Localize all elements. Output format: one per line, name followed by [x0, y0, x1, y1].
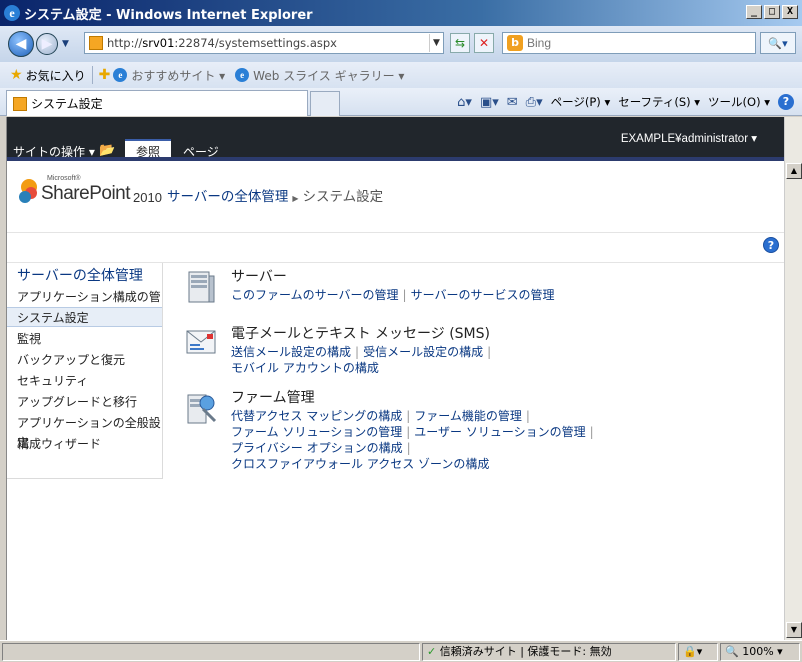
status-text — [2, 643, 420, 661]
favorites-item-webslice[interactable]: e Web スライス ギャラリー ▾ — [235, 67, 404, 84]
safety-menu[interactable]: セーフティ(S) ▾ — [618, 94, 700, 110]
minimize-button[interactable]: _ — [746, 5, 762, 19]
ie-page-icon: e — [235, 68, 250, 82]
close-button[interactable]: X — [782, 5, 798, 19]
leftnav-item-app-management[interactable]: アプリケーション構成の管理 — [7, 287, 162, 324]
link-manage-farm-solutions[interactable]: ファーム ソリューションの管理 — [231, 425, 402, 439]
security-zone[interactable]: ✓ 信頼済みサイト | 保護モード: 無効 — [422, 643, 676, 661]
address-url[interactable]: http://srv01:22874/systemsettings.aspx — [107, 36, 429, 50]
tools-menu[interactable]: ツール(O) ▾ — [708, 94, 770, 110]
mail-icon[interactable]: ✉ — [507, 95, 518, 110]
trusted-check-icon: ✓ — [427, 645, 437, 658]
leftnav-item-security[interactable]: セキュリティ — [7, 371, 162, 391]
farm-management-icon — [187, 394, 217, 424]
bing-icon: b — [507, 35, 523, 51]
breadcrumb-root[interactable]: サーバーの全体管理 — [167, 189, 288, 205]
breadcrumb-arrow-icon: ▶ — [292, 194, 299, 203]
window-title: システム設定 - Windows Internet Explorer — [24, 7, 313, 23]
search-box[interactable]: b — [502, 32, 756, 54]
feeds-icon[interactable]: ▣▾ — [480, 95, 499, 110]
leftnav-heading[interactable]: サーバーの全体管理 — [17, 265, 143, 285]
stop-button[interactable]: ✕ — [474, 33, 494, 53]
leftnav-item-general-settings[interactable]: アプリケーションの全般設定 — [7, 413, 162, 450]
link-incoming-email[interactable]: 受信メール設定の構成 — [363, 345, 483, 359]
sharepoint-ribbon: サイトの操作 ▾ 📂 参照 ページ EXAMPLE¥administrator … — [7, 117, 784, 161]
site-favicon-icon — [89, 36, 103, 50]
favorites-divider — [91, 66, 93, 84]
page-help-icon[interactable]: ? — [763, 237, 779, 253]
home-icon[interactable]: ⌂▾ — [457, 95, 472, 110]
address-dropdown-icon[interactable]: ▼ — [429, 34, 443, 52]
navigate-up-icon[interactable]: 📂 — [99, 143, 115, 158]
scroll-down-arrow-icon[interactable]: ▼ — [786, 622, 802, 638]
link-manage-user-solutions[interactable]: ユーザー ソリューションの管理 — [414, 425, 585, 439]
section-farm-title: ファーム管理 — [231, 390, 315, 406]
help-icon[interactable]: ? — [778, 94, 794, 110]
email-icon — [186, 330, 216, 354]
ie-page-icon: e — [113, 68, 128, 82]
window-title-bar: e システム設定 - Windows Internet Explorer _ □… — [0, 0, 802, 26]
link-mobile-account[interactable]: モバイル アカウントの構成 — [231, 361, 379, 375]
tab-title: システム設定 — [31, 97, 103, 111]
search-button[interactable]: 🔍▾ — [760, 32, 796, 54]
sharepoint-swoosh-icon — [19, 177, 39, 205]
help-bar: ? — [7, 233, 784, 263]
leftnav-item-system-settings[interactable]: システム設定 — [7, 307, 162, 327]
logo-year: 2010 — [133, 190, 162, 205]
sharepoint-logo[interactable]: Microsoft® SharePoint 2010 — [19, 175, 162, 205]
vertical-scrollbar[interactable]: ▲ ▼ — [784, 117, 802, 640]
maximize-button[interactable]: □ — [764, 5, 780, 19]
favorites-button[interactable]: お気に入り — [26, 67, 86, 84]
scroll-up-arrow-icon[interactable]: ▲ — [786, 163, 802, 179]
link-outgoing-email[interactable]: 送信メール設定の構成 — [231, 345, 351, 359]
favorites-bar: ★ お気に入り ✚ e おすすめサイト ▾ e Web スライス ギャラリー ▾ — [0, 62, 802, 88]
protected-mode-icon[interactable]: 🔒▾ — [678, 643, 718, 661]
page-title: システム設定 — [302, 189, 384, 205]
link-manage-server-services[interactable]: サーバーのサービスの管理 — [411, 288, 555, 302]
favorites-item-suggested[interactable]: e おすすめサイト ▾ — [113, 67, 225, 84]
address-bar[interactable]: http://srv01:22874/systemsettings.aspx ▼ — [84, 32, 444, 54]
section-servers-title: サーバー — [231, 269, 287, 285]
breadcrumb: サーバーの全体管理 ▶ システム設定 — [167, 185, 383, 205]
page-viewport: サイトの操作 ▾ 📂 参照 ページ EXAMPLE¥administrator … — [6, 117, 784, 640]
add-favorite-icon[interactable]: ✚ — [99, 67, 111, 83]
link-manage-farm-features[interactable]: ファーム機能の管理 — [414, 409, 522, 423]
ie-logo-icon: e — [4, 5, 20, 21]
leftnav-item-backup-restore[interactable]: バックアップと復元 — [7, 350, 162, 370]
leftnav-item-upgrade-migration[interactable]: アップグレードと移行 — [7, 392, 162, 412]
zoom-level[interactable]: 🔍 100% ▾ — [720, 643, 800, 661]
forward-button[interactable]: ▶ — [36, 33, 58, 55]
user-menu[interactable]: EXAMPLE¥administrator ▾ — [621, 131, 757, 145]
leftnav-item-config-wizards[interactable]: 構成ウィザード — [7, 434, 162, 454]
server-icon — [188, 271, 215, 303]
refresh-button[interactable]: ⇆ — [450, 33, 470, 53]
new-tab-button[interactable] — [310, 91, 340, 116]
section-email-title: 電子メールとテキスト メッセージ (SMS) — [231, 326, 490, 342]
left-navigation: サーバーの全体管理 アプリケーション構成の管理 システム設定 監視 バックアップ… — [7, 263, 163, 479]
command-bar: システム設定 ⌂▾ ▣▾ ✉ ⎙▾ ページ(P) ▾ セーフティ(S) ▾ ツー… — [0, 88, 802, 116]
status-bar: ✓ 信頼済みサイト | 保護モード: 無効 🔒▾ 🔍 100% ▾ — [0, 640, 802, 662]
page-menu[interactable]: ページ(P) ▾ — [551, 94, 611, 110]
tab-favicon-icon — [13, 96, 27, 111]
address-toolbar: ◀ ▶ ▼ http://srv01:22874/systemsettings.… — [0, 26, 802, 62]
page-header: Microsoft® SharePoint 2010 サーバーの全体管理 ▶ システ… — [7, 161, 784, 233]
logo-microsoft: Microsoft® — [47, 175, 81, 182]
history-dropdown-icon[interactable]: ▼ — [62, 39, 69, 49]
search-input[interactable] — [527, 36, 727, 50]
link-manage-farm-servers[interactable]: このファームのサーバーの管理 — [231, 288, 399, 302]
link-alternate-access-mappings[interactable]: 代替アクセス マッピングの構成 — [231, 409, 402, 423]
print-icon[interactable]: ⎙▾ — [526, 95, 543, 110]
link-privacy-options[interactable]: プライバシー オプションの構成 — [231, 441, 403, 455]
favorites-star-icon[interactable]: ★ — [10, 67, 23, 83]
leftnav-item-monitoring[interactable]: 監視 — [7, 329, 162, 349]
back-button[interactable]: ◀ — [8, 31, 34, 57]
browser-tab-active[interactable]: システム設定 — [6, 90, 308, 116]
link-cross-firewall-zone[interactable]: クロスファイアウォール アクセス ゾーンの構成 — [231, 457, 489, 471]
logo-product: SharePoint — [41, 183, 131, 204]
